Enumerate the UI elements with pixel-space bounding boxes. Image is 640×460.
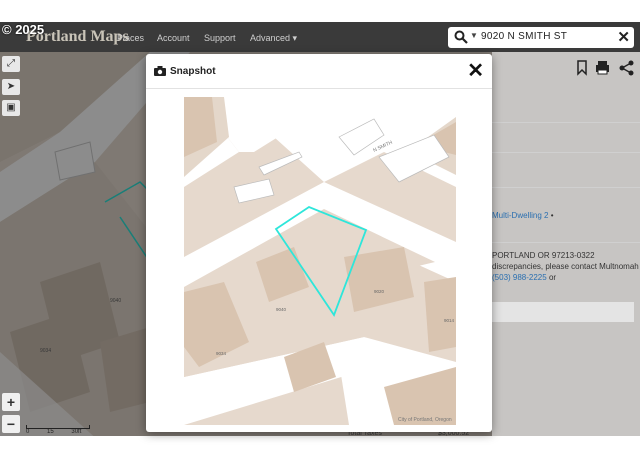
lot-label: 9014 (444, 318, 455, 323)
snapshot-button[interactable]: ▣ (2, 100, 20, 116)
discrepancy-notice: discrepancies, please contact Multnomah (492, 262, 639, 271)
bookmark-icon[interactable] (577, 60, 587, 76)
nav-advanced[interactable]: Advanced ▾ (250, 33, 297, 44)
scale-bar: 0 15 30ft (26, 425, 90, 435)
nav-places[interactable]: Places (117, 33, 144, 43)
search-icon[interactable] (454, 30, 468, 44)
share-icon[interactable] (619, 60, 634, 76)
close-icon[interactable]: ✕ (467, 58, 484, 83)
nav-account[interactable]: Account (157, 33, 190, 43)
bottom-strip (0, 436, 640, 460)
search-type-dropdown[interactable]: ▼ (470, 31, 478, 40)
property-detail-panel (492, 52, 640, 436)
clear-search-icon[interactable]: ✕ (617, 28, 630, 46)
lot-label: 9034 (216, 351, 227, 356)
print-icon[interactable] (596, 61, 609, 75)
camera-icon (154, 66, 166, 76)
top-margin (0, 0, 640, 22)
panel-toolbar (577, 60, 637, 81)
search-box[interactable]: ▼ 9020 N SMITH ST ✕ (448, 27, 634, 48)
contact-line: (503) 988-2225 or (492, 273, 557, 282)
modal-divider (146, 88, 492, 89)
fullscreen-button[interactable]: ⤢ (2, 56, 20, 72)
panel-section-bar (492, 302, 634, 322)
locate-button[interactable]: ➤ (2, 79, 20, 95)
map-credit: City of Portland, Oregon (398, 417, 452, 423)
snapshot-map-image: N SMITH 9040 9034 9020 9014 City of Port… (184, 97, 456, 425)
phone-link[interactable]: (503) 988-2225 (492, 273, 547, 282)
lot-label: 9020 (374, 289, 385, 294)
camera-icon: ▣ (6, 102, 16, 113)
zoom-out-button[interactable]: − (2, 415, 20, 433)
nav-support[interactable]: Support (204, 33, 236, 43)
mailing-address: PORTLAND OR 97213-0322 (492, 251, 595, 260)
expand-icon: ⤢ (7, 58, 15, 69)
search-input[interactable]: 9020 N SMITH ST (481, 31, 567, 42)
location-arrow-icon: ➤ (6, 81, 16, 92)
zone-link[interactable]: Multi-Dwelling 2 • (492, 211, 554, 220)
copyright-watermark: © 2025 (2, 22, 45, 37)
snapshot-modal: Snapshot ✕ N SMITH 9040 9034 9020 9014 C… (146, 54, 492, 432)
modal-title: Snapshot (170, 66, 216, 77)
zoom-in-button[interactable]: + (2, 393, 20, 411)
lot-label: 9040 (276, 307, 287, 312)
